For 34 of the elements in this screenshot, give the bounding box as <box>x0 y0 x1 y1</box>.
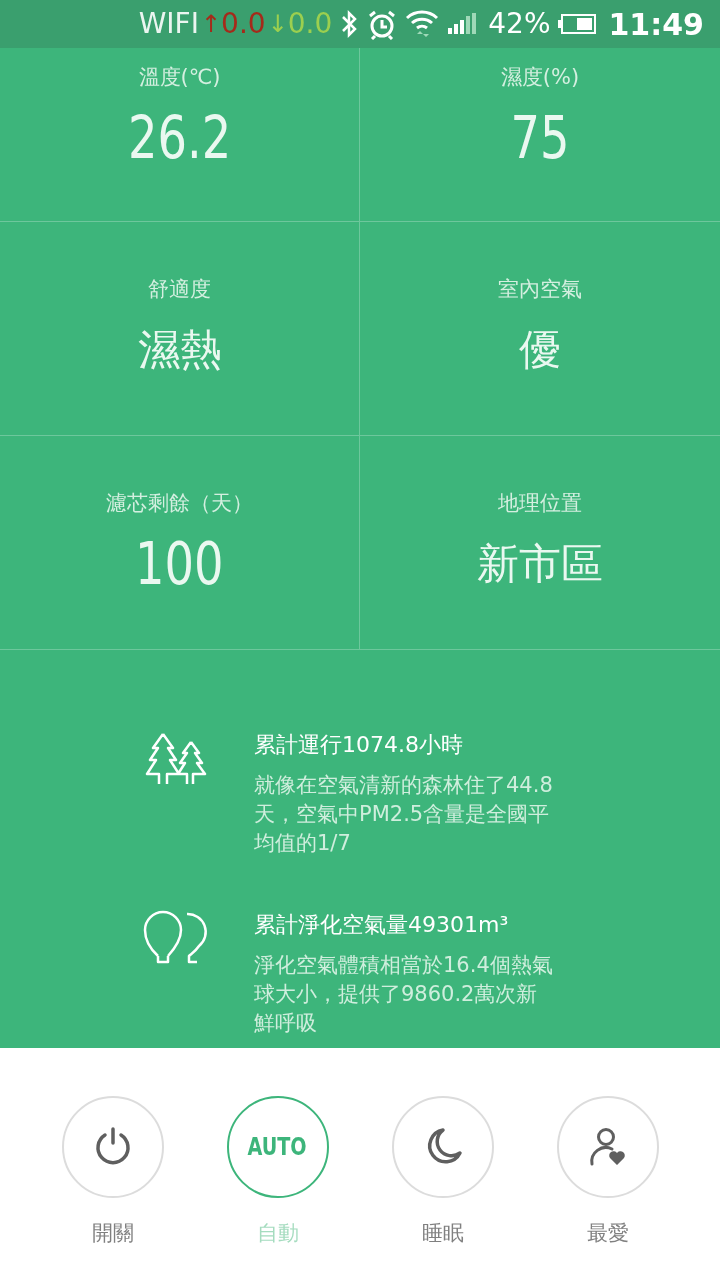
tile-value: 100 <box>135 528 224 600</box>
battery-percent: 42% <box>488 6 551 42</box>
tile-value: 75 <box>510 102 570 174</box>
upload-rate: 0.0 <box>221 6 266 42</box>
tile-label: 舒適度 <box>148 276 211 303</box>
tile-label: 濕度(%) <box>500 64 580 91</box>
tile-label: 地理位置 <box>498 490 582 517</box>
mode-button[interactable] <box>61 1096 164 1198</box>
tile-label: 室內空氣 <box>498 276 582 303</box>
mode-label: 自動 <box>256 1220 299 1247</box>
download-rate: 0.0 <box>287 6 333 42</box>
clock-time: 11:49 <box>608 5 704 44</box>
stat-title: 累計運行1074.8小時 <box>254 731 464 759</box>
upload-arrow: ↑ <box>201 9 222 40</box>
mode-label: 開關 <box>91 1220 134 1247</box>
tile-value: 優 <box>519 323 561 376</box>
signal-icon <box>446 12 479 36</box>
tile-value: 26.2 <box>127 102 232 174</box>
mode-label: 睡眠 <box>421 1220 464 1247</box>
stat-description: 就像在空氣清新的森林住了44.8天，空氣中PM2.5含量是全國平均值的1/7 <box>254 772 554 857</box>
network-label: WIFI <box>138 6 199 42</box>
person-heart-icon <box>587 1127 628 1167</box>
download-arrow: ↓ <box>267 9 288 40</box>
tile-label: 溫度(℃) <box>138 64 221 91</box>
battery-icon <box>556 13 597 35</box>
mode-button[interactable] <box>391 1096 494 1198</box>
tile-label: 濾芯剩餘（天） <box>106 490 253 517</box>
stat-description: 淨化空氣體積相當於16.4個熱氣球大小，提供了9860.2萬次新鮮呼吸 <box>254 952 554 1037</box>
tile-value: 新市區 <box>477 537 603 590</box>
mode-button[interactable]: AUTO <box>226 1096 329 1198</box>
mode-label: 最愛 <box>586 1220 629 1247</box>
tile-value: 濕熱 <box>137 323 222 376</box>
stat-title: 累計淨化空氣量49301m³ <box>254 911 510 939</box>
mode-button[interactable] <box>556 1096 659 1198</box>
